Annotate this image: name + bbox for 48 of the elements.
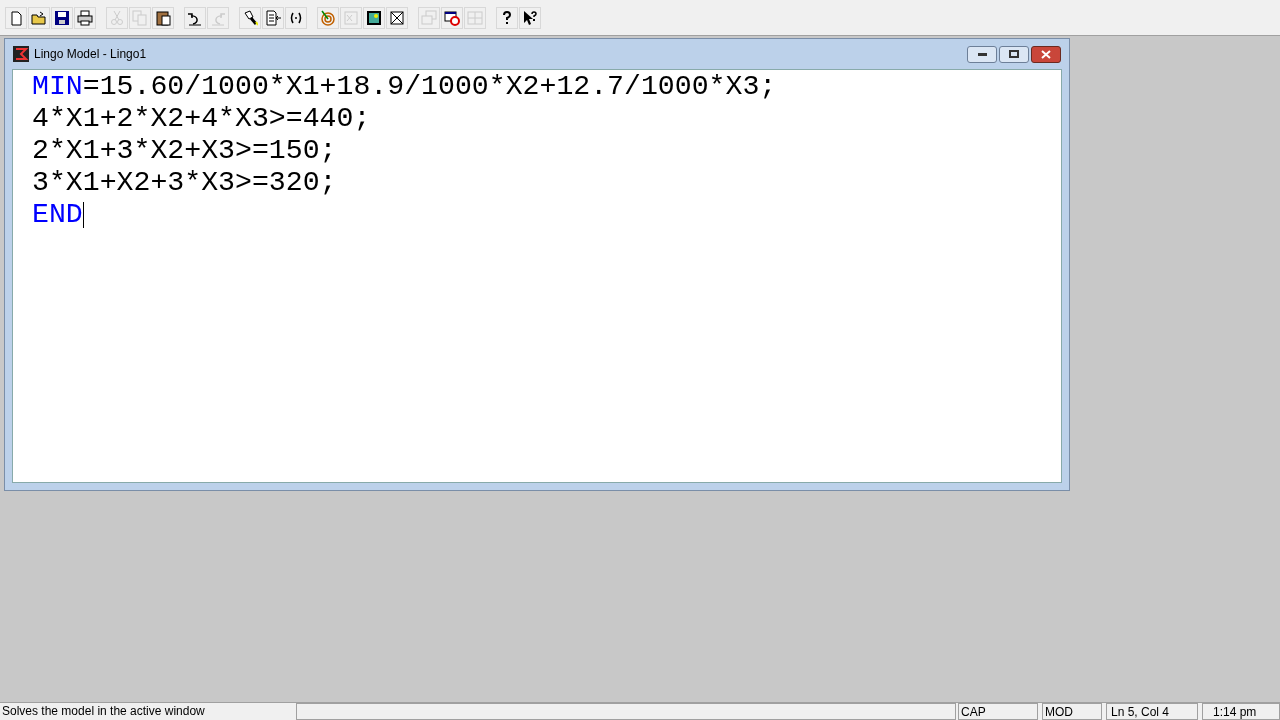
restore-icon [1009, 50, 1019, 58]
window-stop-icon [444, 9, 460, 26]
folder-icon [31, 9, 47, 26]
cursor-position: Ln 5, Col 4 [1106, 703, 1198, 720]
toolbar-button[interactable] [519, 6, 541, 29]
status-message: Solves the model in the active window [1, 703, 206, 720]
toolbar-button[interactable] [285, 6, 307, 29]
toolbar-button[interactable] [239, 6, 261, 29]
toolbar-button[interactable] [51, 6, 73, 29]
tile-windows-icon [467, 9, 483, 26]
text-cursor [82, 202, 84, 228]
code-line: 3*X1+X2+3*X3>=320; [32, 167, 337, 199]
minimize-button[interactable] [967, 45, 997, 63]
close-icon [1041, 49, 1051, 59]
pointer-question-icon [522, 9, 538, 26]
toolbar-button[interactable] [363, 6, 385, 29]
toolbar-button[interactable] [152, 6, 174, 29]
caps-indicator: CAP [958, 703, 1038, 720]
code-line: END [32, 199, 84, 231]
toolbar-button[interactable] [28, 6, 50, 29]
scissors-icon [109, 9, 125, 26]
code-line: 2*X1+3*X2+X3>=150; [32, 135, 337, 167]
app-icon [13, 46, 29, 62]
boxed-x-icon [389, 9, 405, 26]
toolbar-button[interactable] [441, 6, 463, 29]
flashlight-icon [242, 9, 258, 26]
document-arrow-icon [265, 9, 281, 26]
copy-icon [132, 9, 148, 26]
minimize-icon [977, 52, 987, 56]
mode-indicator: MOD [1042, 703, 1102, 720]
code-line: 4*X1+2*X2+4*X3>=440; [32, 103, 371, 135]
toolbar-button[interactable] [74, 6, 96, 29]
code-editor[interactable]: MIN=15.60/1000*X1+18.9/1000*X2+12.7/1000*X3; 4*X1+2*X2+4*X3>=440; 2*X1+3*X2+X3>=150; 3*X1+X2+3*X3>=320; END [12, 69, 1062, 483]
toolbar-button[interactable] [496, 6, 518, 29]
target-icon [320, 9, 336, 26]
picture-icon [366, 9, 382, 26]
printer-icon [77, 9, 93, 26]
maximize-button[interactable] [999, 45, 1029, 63]
cascade-windows-icon [421, 9, 437, 26]
page-icon [8, 9, 24, 26]
clock: 1:14 pm [1202, 703, 1280, 720]
toolbar-button[interactable] [386, 6, 408, 29]
toolbar-button[interactable] [184, 6, 206, 29]
code-line: MIN=15.60/1000*X1+18.9/1000*X2+12.7/1000*X3; [32, 71, 777, 103]
report-x-icon [343, 9, 359, 26]
window-title: Lingo Model - Lingo1 [34, 46, 147, 63]
close-button[interactable] [1031, 45, 1061, 63]
clipboard-icon [155, 9, 171, 26]
